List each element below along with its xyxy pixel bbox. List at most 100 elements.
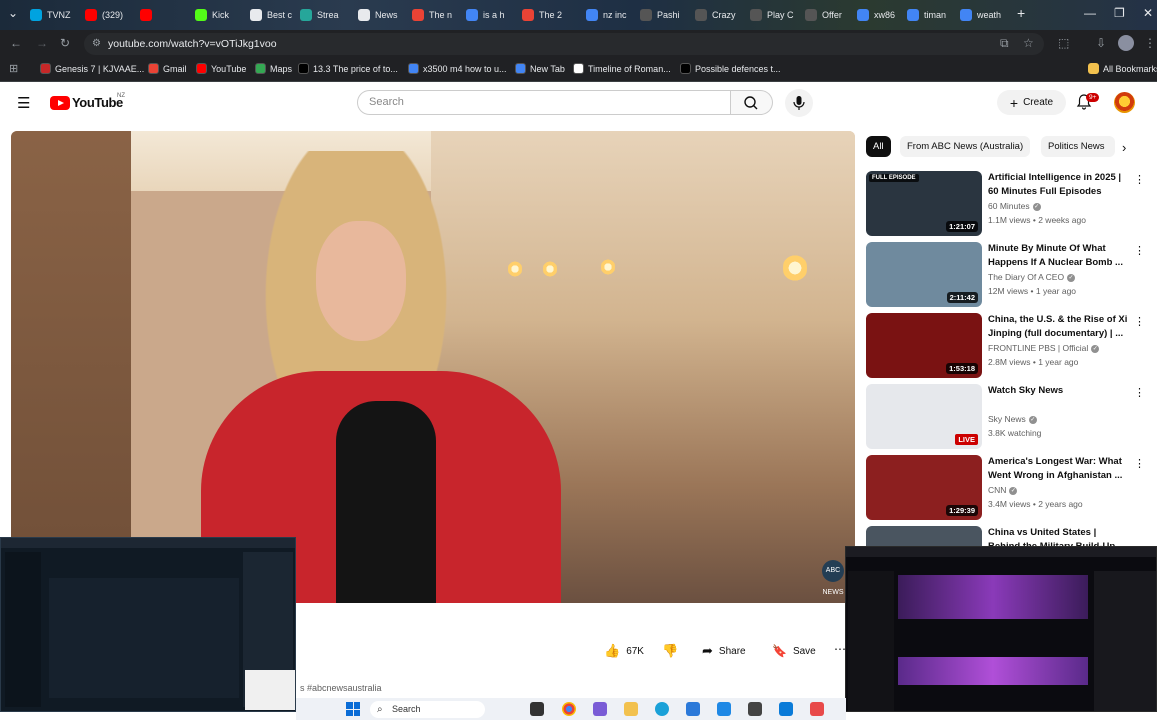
browser-tab[interactable]: News [358, 4, 410, 26]
app-icon[interactable] [779, 702, 793, 716]
search-button[interactable] [731, 90, 773, 115]
share-button[interactable]: ➦ Share [702, 640, 746, 662]
video-title[interactable]: America's Longest War: What Went Wrong i… [988, 455, 1128, 482]
extensions-icon[interactable]: ⬚ [1058, 36, 1069, 50]
file-explorer-icon[interactable] [624, 702, 638, 716]
task-view-icon[interactable] [530, 702, 544, 716]
channel-name-row[interactable]: CNN ✓ [988, 485, 1018, 495]
filter-chip[interactable]: Politics News [1041, 136, 1115, 157]
video-thumbnail[interactable]: FULL EPISODE 1:21:07 [866, 171, 982, 236]
back-icon[interactable]: ← [10, 36, 22, 50]
more-options-icon[interactable]: ⋮ [1134, 315, 1145, 328]
address-bar[interactable]: ⚙ youtube.com/watch?v=vOTiJkg1voo [84, 33, 1044, 55]
video-thumbnail[interactable]: 1:53:18 [866, 313, 982, 378]
bookmark-star-icon[interactable]: ☆ [1023, 36, 1034, 50]
all-bookmarks-folder[interactable]: All Bookmarks [1088, 63, 1157, 74]
browser-tab[interactable]: xw86 [857, 4, 909, 26]
new-tab-button[interactable]: + [1017, 5, 1025, 21]
bookmark-item[interactable]: Maps [255, 63, 292, 74]
video-thumbnail[interactable]: 2:11:42 [866, 242, 982, 307]
minimize-icon[interactable]: — [1084, 6, 1096, 20]
browser-tab[interactable]: The n [412, 4, 464, 26]
browser-tab[interactable]: Pashi [640, 4, 692, 26]
bookmark-item[interactable]: Timeline of Roman... [573, 63, 671, 74]
taskbar-search-box[interactable]: ⌕ Search [370, 701, 485, 718]
recommended-video[interactable]: 2:11:42 Minute By Minute Of What Happens … [866, 242, 1148, 308]
downloads-icon[interactable]: ⇩ [1096, 36, 1106, 50]
reload-icon[interactable]: ↻ [60, 36, 70, 50]
edge-icon[interactable] [655, 702, 669, 716]
bookmark-item[interactable]: New Tab [515, 63, 565, 74]
browser-tab[interactable]: is a h [466, 4, 518, 26]
youtube-logo-icon[interactable] [50, 96, 70, 110]
channel-name-row[interactable]: Sky News ✓ [988, 414, 1037, 424]
more-options-icon[interactable]: ⋮ [1134, 457, 1145, 470]
browser-tab[interactable]: Crazy [695, 4, 747, 26]
more-options-icon[interactable]: ⋮ [1134, 244, 1145, 257]
guide-menu-icon[interactable]: ☰ [17, 94, 30, 112]
save-button[interactable]: 🔖 Save [772, 640, 816, 662]
windows-start-icon[interactable] [346, 702, 360, 716]
filter-chip[interactable]: All [866, 136, 891, 157]
overlay-window-kick-stream[interactable] [845, 546, 1157, 712]
chrome-menu-icon[interactable]: ⋮ [1144, 36, 1156, 50]
chrome-icon[interactable] [562, 702, 576, 716]
video-title[interactable]: China, the U.S. & the Rise of Xi Jinping… [988, 313, 1128, 340]
bookmark-item[interactable]: x3500 m4 how to u... [408, 63, 507, 74]
app-icon[interactable] [593, 702, 607, 716]
create-button[interactable]: + Create [997, 90, 1066, 115]
bookmark-item[interactable]: Genesis 7 | KJVAAE... [40, 63, 144, 74]
recommended-video[interactable]: 1:53:18 China, the U.S. & the Rise of Xi … [866, 313, 1148, 379]
bookmark-item[interactable]: Gmail [148, 63, 187, 74]
recommended-video[interactable]: FULL EPISODE 1:21:07 Artificial Intelligen… [866, 171, 1148, 237]
browser-tab[interactable]: TVNZ [30, 4, 82, 26]
more-options-icon[interactable]: ⋮ [1134, 173, 1145, 186]
tab-search-icon[interactable]: ⌄ [8, 6, 18, 20]
bookmark-item[interactable]: Possible defences t... [680, 63, 781, 74]
forward-icon[interactable]: → [36, 36, 48, 50]
video-thumbnail[interactable]: LIVE [866, 384, 982, 449]
overlay-window-trading-app[interactable] [0, 537, 296, 712]
browser-tab[interactable]: nz inc [586, 4, 638, 26]
chevron-right-icon[interactable]: › [1122, 140, 1126, 155]
browser-tab[interactable]: weath [960, 4, 1012, 26]
video-hashtags[interactable]: s #abcnewsaustralia [300, 683, 382, 693]
more-options-icon[interactable]: ⋮ [1134, 386, 1145, 399]
video-title[interactable]: Artificial Intelligence in 2025 | 60 Min… [988, 171, 1128, 198]
close-window-icon[interactable]: ✕ [1143, 6, 1153, 20]
search-input[interactable]: Search [357, 90, 731, 115]
apps-grid-icon[interactable]: ⊞ [9, 62, 18, 75]
browser-tab[interactable]: timan [907, 4, 959, 26]
video-title[interactable]: Watch Sky News [988, 384, 1128, 398]
bookmark-item[interactable]: YouTube [196, 63, 246, 74]
browser-tab[interactable] [140, 4, 192, 26]
maximize-icon[interactable]: ❐ [1114, 6, 1125, 20]
browser-tab[interactable]: Play C [750, 4, 802, 26]
voice-search-button[interactable] [785, 89, 813, 117]
browser-tab[interactable]: (329) [85, 4, 137, 26]
video-title[interactable]: Minute By Minute Of What Happens If A Nu… [988, 242, 1128, 269]
video-player[interactable] [11, 131, 855, 603]
channel-name-row[interactable]: FRONTLINE PBS | Official ✓ [988, 343, 1100, 353]
install-app-icon[interactable]: ⧉ [1000, 36, 1009, 51]
app-icon[interactable] [810, 702, 824, 716]
recommended-video[interactable]: 1:29:39 America's Longest War: What Went … [866, 455, 1148, 521]
youtube-logo-text[interactable]: YouTube [72, 95, 123, 110]
video-thumbnail[interactable]: 1:29:39 [866, 455, 982, 520]
account-avatar[interactable] [1114, 92, 1135, 113]
app-icon[interactable] [748, 702, 762, 716]
like-button[interactable]: 👍 67K [604, 640, 644, 662]
filter-chip[interactable]: From ABC News (Australia) [900, 136, 1031, 157]
browser-tab[interactable]: Offer [805, 4, 857, 26]
browser-tab[interactable]: The 2 [522, 4, 574, 26]
browser-tab[interactable]: Best c [250, 4, 302, 26]
profile-avatar[interactable] [1118, 35, 1134, 51]
browser-tab[interactable]: Strea [300, 4, 352, 26]
channel-name-row[interactable]: The Diary Of A CEO ✓ [988, 272, 1076, 282]
channel-name-row[interactable]: 60 Minutes ✓ [988, 201, 1041, 211]
mail-icon[interactable] [717, 702, 731, 716]
browser-tab[interactable]: Kick [195, 4, 247, 26]
dislike-button[interactable]: 👎 [662, 640, 678, 662]
bookmark-item[interactable]: 13.3 The price of to... [298, 63, 398, 74]
recommended-video[interactable]: LIVE Watch Sky News Sky News ✓ 3.8K watching… [866, 384, 1148, 450]
